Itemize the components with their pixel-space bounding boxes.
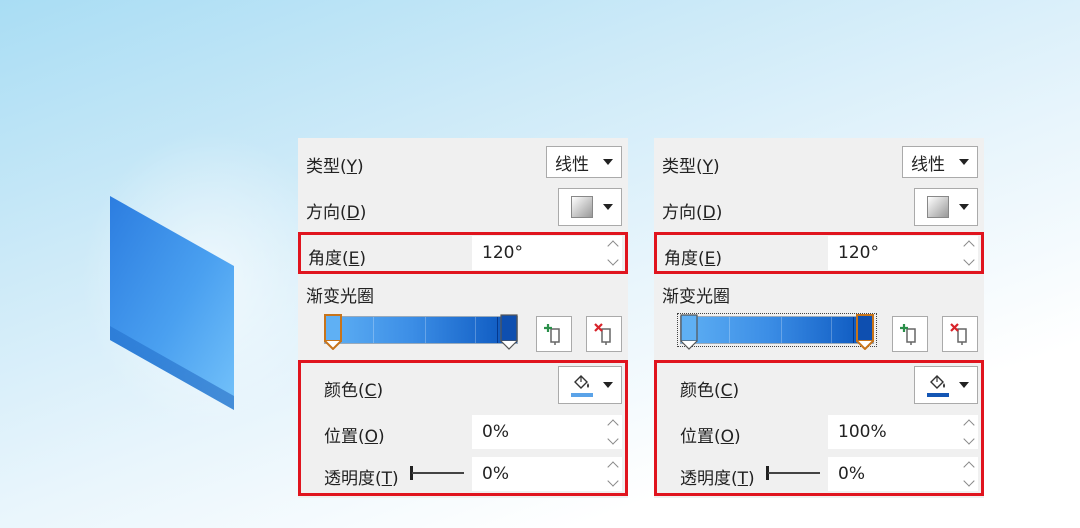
color-label: 颜色(C) — [680, 381, 740, 401]
gradient-fill-panel-left: 类型(Y) 线性 方向(D) 角度(E) 120° 渐变光圈 颜色(C) 位置(… — [298, 138, 628, 498]
position-value: 100% — [838, 422, 887, 442]
direction-label: 方向(D) — [662, 203, 723, 223]
spin-up-icon[interactable] — [607, 461, 619, 473]
color-picker-button[interactable] — [558, 366, 622, 404]
paint-bucket-icon — [930, 374, 945, 389]
spin-up-icon[interactable] — [607, 419, 619, 431]
angle-highlight-box — [654, 232, 984, 274]
type-dropdown-value: 线性 — [911, 154, 945, 175]
spin-down-icon[interactable] — [607, 475, 619, 487]
dropdown-caret-icon — [603, 204, 613, 210]
type-dropdown[interactable]: 线性 — [902, 146, 978, 178]
add-stop-button[interactable] — [536, 316, 572, 352]
dropdown-caret-icon — [959, 159, 969, 165]
transparency-slider-track[interactable] — [768, 472, 820, 474]
type-dropdown-value: 线性 — [555, 154, 589, 175]
transparency-label: 透明度(T) — [680, 469, 755, 489]
add-stop-button[interactable] — [892, 316, 928, 352]
type-label: 类型(Y) — [306, 157, 364, 177]
spin-down-icon[interactable] — [963, 433, 975, 445]
transparency-slider-track[interactable] — [412, 472, 464, 474]
color-swatch — [571, 392, 593, 397]
position-label: 位置(O) — [324, 427, 385, 447]
remove-stop-icon — [950, 323, 967, 345]
spin-up-icon[interactable] — [963, 461, 975, 473]
spin-down-icon[interactable] — [607, 433, 619, 445]
gradient-direction-icon — [571, 196, 593, 218]
gradient-stops-label: 渐变光圈 — [306, 287, 374, 307]
dropdown-caret-icon — [603, 382, 613, 388]
gradient-direction-icon — [927, 196, 949, 218]
color-picker-button[interactable] — [914, 366, 978, 404]
dropdown-caret-icon — [603, 159, 613, 165]
transparency-value: 0% — [482, 464, 509, 484]
add-stop-icon — [544, 324, 560, 345]
transparency-value: 0% — [838, 464, 865, 484]
gradient-stop-left[interactable] — [324, 314, 342, 351]
gradient-fill-panel-right: 类型(Y) 线性 方向(D) 角度(E) 120° 渐变光圈 颜色(C) 位置(… — [654, 138, 984, 498]
gradient-stops-label: 渐变光圈 — [662, 287, 730, 307]
transparency-label: 透明度(T) — [324, 469, 399, 489]
transparency-spinner[interactable]: 0% — [472, 457, 622, 491]
direction-dropdown[interactable] — [558, 188, 622, 226]
type-label: 类型(Y) — [662, 157, 720, 177]
position-label: 位置(O) — [680, 427, 741, 447]
direction-dropdown[interactable] — [914, 188, 978, 226]
transparency-spinner[interactable]: 0% — [828, 457, 978, 491]
spin-down-icon[interactable] — [963, 475, 975, 487]
color-label: 颜色(C) — [324, 381, 384, 401]
position-spinner[interactable]: 0% — [472, 415, 622, 449]
type-dropdown[interactable]: 线性 — [546, 146, 622, 178]
gradient-stop-right[interactable] — [856, 314, 874, 351]
gradient-stops-bar[interactable] — [677, 313, 877, 347]
remove-stop-button[interactable] — [942, 316, 978, 352]
color-swatch — [927, 392, 949, 397]
dropdown-caret-icon — [959, 204, 969, 210]
position-value: 0% — [482, 422, 509, 442]
dropdown-caret-icon — [959, 382, 969, 388]
gradient-stop-right[interactable] — [500, 314, 518, 350]
remove-stop-icon — [594, 323, 611, 345]
spin-up-icon[interactable] — [963, 419, 975, 431]
gradient-stop-left[interactable] — [680, 314, 698, 350]
gradient-parallelogram-preview — [110, 196, 234, 410]
paint-bucket-icon — [574, 374, 589, 389]
add-stop-icon — [900, 324, 916, 345]
remove-stop-button[interactable] — [586, 316, 622, 352]
position-spinner[interactable]: 100% — [828, 415, 978, 449]
angle-highlight-box — [298, 232, 628, 274]
gradient-stops-bar[interactable] — [324, 316, 518, 344]
direction-label: 方向(D) — [306, 203, 367, 223]
